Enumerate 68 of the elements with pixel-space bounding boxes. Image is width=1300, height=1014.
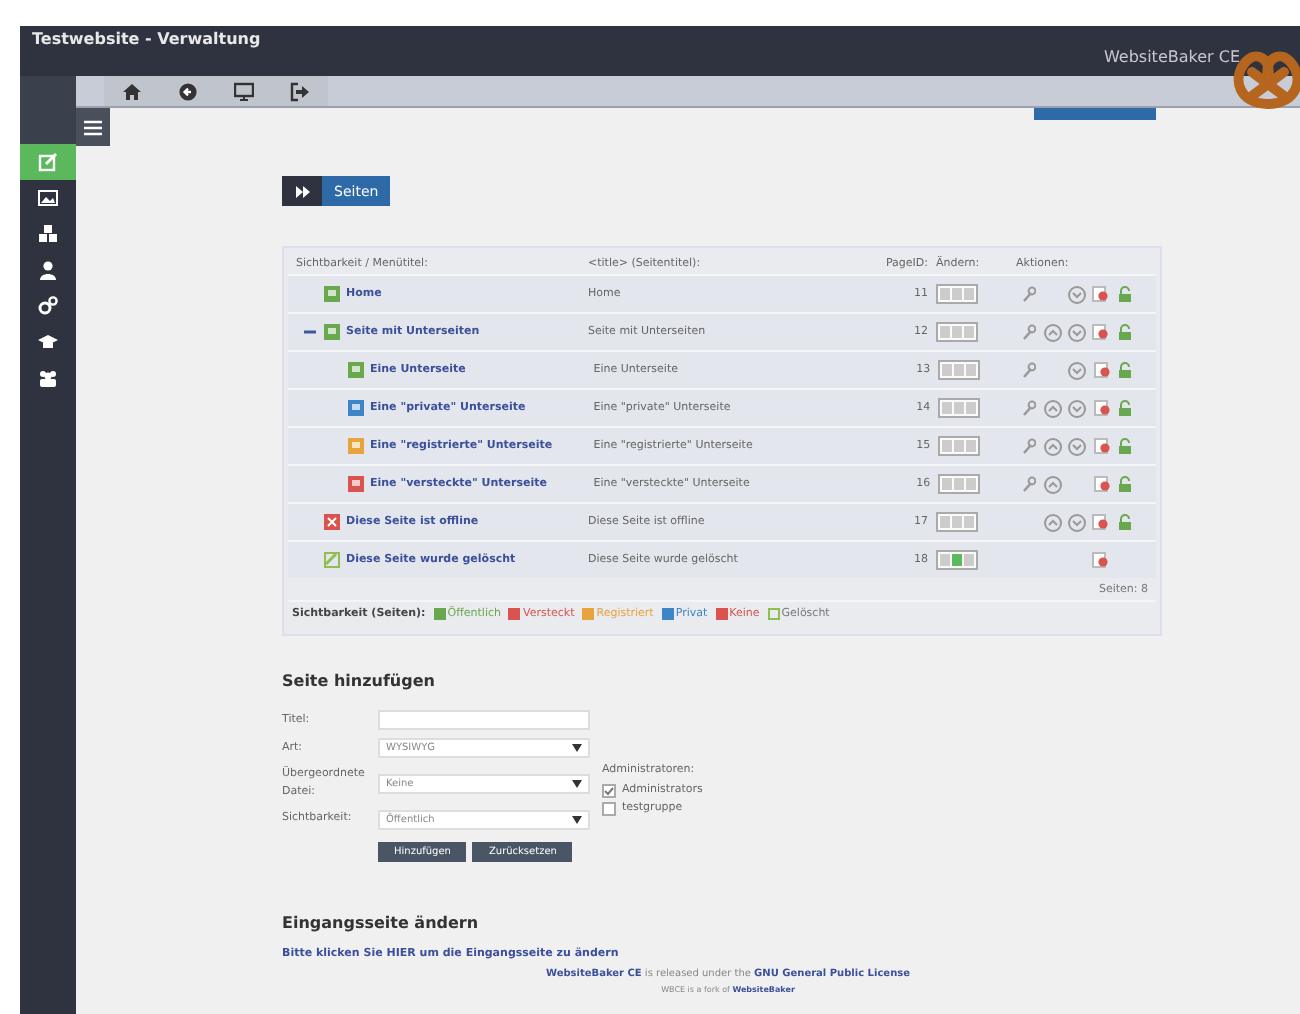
home-icon — [122, 81, 142, 101]
delete-page-icon[interactable] — [1092, 552, 1108, 568]
lock-icon[interactable] — [1118, 400, 1133, 416]
back-arrow-icon — [178, 81, 198, 101]
delete-page-icon[interactable] — [1092, 286, 1108, 302]
cubes-icon — [38, 224, 58, 244]
edit-buttons-icon[interactable] — [938, 398, 981, 418]
move-down-icon[interactable] — [1068, 437, 1087, 455]
edit-buttons-icon[interactable] — [938, 436, 981, 456]
move-down-icon[interactable] — [1067, 285, 1085, 303]
move-down-icon[interactable] — [1068, 399, 1087, 417]
wrench-icon[interactable] — [1022, 476, 1037, 492]
graduation-icon — [38, 332, 58, 352]
move-down-icon[interactable] — [1067, 513, 1085, 531]
section-heading: Eingangsseite ändern — [282, 913, 481, 932]
lock-icon[interactable] — [1117, 324, 1131, 340]
move-up-icon[interactable] — [1044, 437, 1063, 455]
monitor-icon — [234, 81, 254, 101]
delete-page-icon[interactable] — [1092, 514, 1108, 530]
delete-page-icon[interactable] — [1093, 400, 1110, 416]
brand-name: WebsiteBaker CE — [1103, 48, 1240, 66]
lock-icon[interactable] — [1117, 514, 1131, 530]
checkbox[interactable] — [602, 783, 616, 798]
move-up-icon[interactable] — [1043, 513, 1061, 531]
lock-icon[interactable] — [1118, 438, 1133, 454]
sidebar-header-block — [20, 76, 76, 144]
edit-buttons-icon[interactable] — [936, 284, 978, 304]
move-up-icon[interactable] — [1044, 475, 1063, 493]
delete-page-icon[interactable] — [1093, 476, 1110, 492]
home-button[interactable] — [104, 76, 160, 106]
menu-button[interactable] — [76, 108, 110, 146]
site-title: Testwebsite - Verwaltung — [32, 30, 261, 48]
edit-icon — [38, 152, 58, 172]
logout-button[interactable] — [272, 76, 328, 106]
image-icon — [38, 188, 58, 208]
move-up-icon[interactable] — [1044, 399, 1063, 417]
move-down-icon[interactable] — [1068, 361, 1087, 379]
wrench-icon[interactable] — [1022, 438, 1037, 454]
cogs-icon — [38, 296, 58, 316]
wrench-icon[interactable] — [1021, 286, 1035, 302]
edit-buttons-icon[interactable] — [938, 360, 981, 380]
edit-buttons-icon[interactable] — [938, 474, 981, 494]
move-up-icon[interactable] — [1043, 323, 1061, 341]
caret-icon — [572, 815, 582, 824]
lock-icon[interactable] — [1118, 476, 1133, 492]
logout-icon — [290, 81, 310, 101]
forward-icon — [282, 176, 322, 206]
wrench-icon[interactable] — [1022, 400, 1037, 416]
collapse-toggle[interactable] — [304, 326, 318, 338]
group-icon — [38, 368, 58, 388]
checkbox[interactable] — [602, 801, 616, 816]
user-icon — [38, 260, 58, 280]
section-heading: Seite hinzufügen — [282, 672, 437, 690]
caret-icon — [572, 744, 582, 752]
wrench-icon[interactable] — [1022, 362, 1037, 378]
menu-icon — [84, 119, 102, 135]
lock-icon[interactable] — [1117, 286, 1131, 302]
title-input[interactable] — [378, 710, 590, 730]
edit-buttons-icon[interactable] — [936, 322, 978, 342]
delete-page-icon[interactable] — [1093, 438, 1110, 454]
edit-buttons-icon[interactable] — [936, 550, 978, 570]
move-down-icon[interactable] — [1067, 323, 1085, 341]
delete-page-icon[interactable] — [1093, 362, 1110, 378]
lock-icon[interactable] — [1118, 362, 1133, 378]
delete-page-icon[interactable] — [1092, 324, 1108, 340]
wrench-icon[interactable] — [1021, 324, 1035, 340]
caret-icon — [572, 779, 582, 788]
edit-buttons-icon[interactable] — [936, 512, 978, 532]
